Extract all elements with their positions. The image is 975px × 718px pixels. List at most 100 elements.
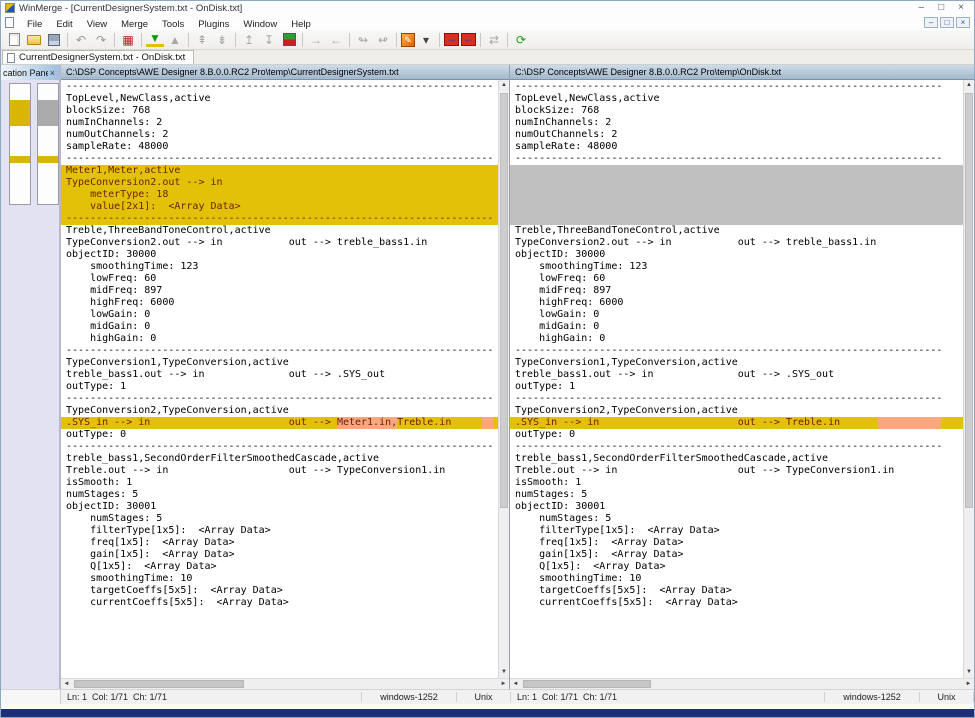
copy-all-right-icon[interactable]: → [444,33,459,46]
code-line: freq[1x5]: <Array Data> [510,537,963,549]
mdi-restore-button[interactable]: □ [940,17,954,28]
code-line: isSmooth: 1 [61,477,498,489]
right-status-section: Ln: 1 Col: 1/71 Ch: 1/71 windows-1252 Un… [511,690,974,704]
menu-tools[interactable]: Tools [155,18,191,31]
left-file-path-header[interactable]: C:\DSP Concepts\AWE Designer 8.B.0.0.RC2… [61,65,509,80]
left-hscroll-thumb[interactable] [74,680,244,688]
save-icon[interactable] [45,31,63,48]
scroll-left-icon[interactable]: ◄ [510,681,521,687]
location-diff-band[interactable] [38,100,58,126]
menu-edit[interactable]: Edit [49,18,79,31]
previous-difference-icon[interactable]: ▲ [166,31,184,48]
editor-mode-caret-icon[interactable]: ▾ [417,31,435,48]
scroll-up-icon[interactable]: ▲ [966,80,972,91]
code-line: blockSize: 768 [61,105,498,117]
right-encoding: windows-1252 [824,692,919,702]
previous-conflict-icon[interactable]: ↥ [240,31,258,48]
left-file-location-bar[interactable] [9,83,31,205]
location-diff-band[interactable] [10,100,30,126]
current-difference-icon[interactable] [280,31,298,48]
toolbar-separator [302,33,303,47]
code-line: numStages: 5 [510,513,963,525]
scroll-down-icon[interactable]: ▼ [501,667,507,678]
code-line: lowFreq: 60 [510,273,963,285]
first-difference-icon[interactable]: ⇞ [193,31,211,48]
right-editor-content[interactable]: ----------------------------------------… [510,80,963,678]
minimize-button[interactable]: – [919,3,925,13]
code-line: gain[1x5]: <Array Data> [510,549,963,561]
code-line: smoothingTime: 10 [61,573,498,585]
copy-all-left-icon[interactable]: ← [461,33,476,46]
rescan-icon[interactable]: ▦ [119,31,137,48]
code-line: currentCoeffs[5x5]: <Array Data> [61,597,498,609]
code-line: highFreq: 6000 [510,297,963,309]
location-pane-body[interactable] [1,80,59,689]
code-line: outType: 1 [510,381,963,393]
mdi-minimize-button[interactable]: – [924,17,938,28]
close-button[interactable]: × [958,3,964,13]
missing-lines-filler [510,165,963,225]
location-diff-band[interactable] [10,156,30,163]
copy-right-advance-icon[interactable]: ↬ [354,31,372,48]
copy-right-icon[interactable]: → [307,31,325,48]
code-line: numOutChannels: 2 [510,129,963,141]
right-file-location-bar[interactable] [37,83,59,205]
copy-left-advance-icon[interactable]: ↫ [374,31,392,48]
right-vertical-scrollbar[interactable]: ▲ ▼ [963,80,974,678]
scroll-left-icon[interactable]: ◄ [61,681,72,687]
menu-window[interactable]: Window [236,18,284,31]
status-bar: Ln: 1 Col: 1/71 Ch: 1/71 windows-1252 Un… [1,689,974,704]
mdi-document-icon[interactable] [5,17,14,28]
code-line: midGain: 0 [510,321,963,333]
code-line: smoothingTime: 10 [510,573,963,585]
tab-compare-files[interactable]: CurrentDesignerSystem.txt - OnDisk.txt [2,50,194,64]
swap-panes-icon[interactable]: ⇄ [485,31,503,48]
copy-left-icon[interactable]: ← [327,31,345,48]
left-editor-content[interactable]: ----------------------------------------… [61,80,498,678]
undo-icon[interactable]: ↶ [72,31,90,48]
code-line: smoothingTime: 123 [61,261,498,273]
scroll-right-icon[interactable]: ► [498,681,509,687]
code-line: highFreq: 6000 [61,297,498,309]
scroll-down-icon[interactable]: ▼ [966,667,972,678]
next-difference-icon[interactable]: ▼ [146,33,164,47]
next-conflict-icon[interactable]: ↧ [260,31,278,48]
redo-icon[interactable]: ↷ [92,31,110,48]
mdi-close-button[interactable]: × [956,17,970,28]
menu-help[interactable]: Help [284,18,318,31]
code-line: objectID: 30001 [61,501,498,513]
right-hscroll-thumb[interactable] [523,680,651,688]
left-vertical-scrollbar[interactable]: ▲ ▼ [498,80,509,678]
right-horizontal-scrollbar[interactable]: ◄ ► [510,678,974,689]
code-line: Treble.out --> in out --> TypeConversion… [510,465,963,477]
menu-file[interactable]: File [20,18,49,31]
code-line: treble_bass1,SecondOrderFilterSmoothedCa… [510,453,963,465]
right-file-path-header[interactable]: C:\DSP Concepts\AWE Designer 8.B.0.0.RC2… [510,65,974,80]
diff-separator-line: ----------------------------------------… [61,213,498,225]
menu-merge[interactable]: Merge [114,18,155,31]
code-line: freq[1x5]: <Array Data> [61,537,498,549]
diff-line: Meter1,Meter,active [61,165,498,177]
toolbar-separator [67,33,68,47]
left-vscroll-thumb[interactable] [500,93,508,508]
new-file-icon[interactable] [5,31,23,48]
scroll-right-icon[interactable]: ► [963,681,974,687]
editor-mode-icon[interactable]: ✎ [401,33,415,47]
diff-line: TypeConversion2.out --> in [61,177,498,189]
code-line: Treble,ThreeBandToneControl,active [510,225,963,237]
code-line: TypeConversion1,TypeConversion,active [510,357,963,369]
right-vscroll-thumb[interactable] [965,93,973,508]
location-diff-band[interactable] [38,156,58,163]
menu-bar: FileEditViewMergeToolsPluginsWindowHelp … [1,15,974,30]
maximize-button[interactable]: □ [938,3,944,13]
scroll-up-icon[interactable]: ▲ [501,80,507,91]
toolbar-separator [507,33,508,47]
left-horizontal-scrollbar[interactable]: ◄ ► [61,678,509,689]
refresh-icon[interactable]: ⟳ [512,31,530,48]
location-pane-close-icon[interactable]: × [48,68,57,78]
menu-plugins[interactable]: Plugins [191,18,236,31]
menu-view[interactable]: View [80,18,114,31]
last-difference-icon[interactable]: ⇟ [213,31,231,48]
open-icon[interactable] [25,31,43,48]
code-line: numStages: 5 [510,489,963,501]
